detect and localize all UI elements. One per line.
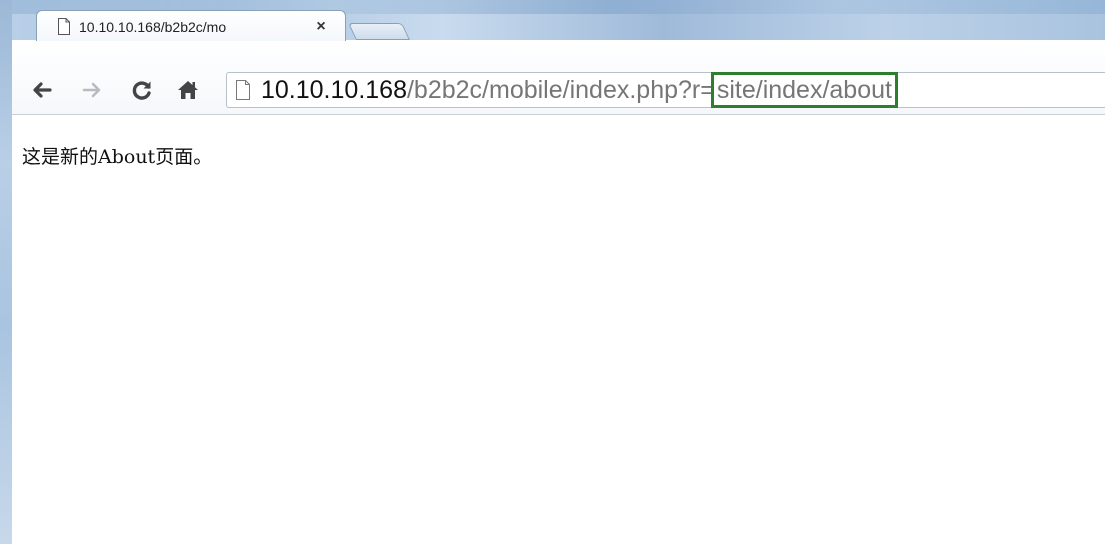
address-bar[interactable]: 10.10.10.168/b2b2c/mobile/index.php?r=si… xyxy=(226,72,1105,108)
forward-button[interactable] xyxy=(78,76,106,104)
url-host: 10.10.10.168 xyxy=(261,76,407,104)
tab-content: 10.10.10.168/b2b2c/mo × xyxy=(57,11,342,42)
tab-active[interactable]: 10.10.10.168/b2b2c/mo × xyxy=(36,10,346,41)
page-text: 这是新的About页面。 xyxy=(22,146,213,168)
url-text: 10.10.10.168/b2b2c/mobile/index.php?r=si… xyxy=(261,72,898,108)
close-icon[interactable]: × xyxy=(312,18,330,36)
reload-icon xyxy=(132,81,151,100)
home-icon xyxy=(178,81,198,99)
home-button[interactable] xyxy=(174,76,202,104)
page-icon xyxy=(236,80,250,100)
page-content xyxy=(12,116,1105,544)
new-tab-button[interactable] xyxy=(348,23,410,40)
url-path: /b2b2c/mobile/index.php?r= xyxy=(406,76,715,104)
arrow-left-icon xyxy=(33,82,52,98)
window-frame-left xyxy=(0,0,12,544)
back-button[interactable] xyxy=(28,76,56,104)
browser-window: 10.10.10.168/b2b2c/mo × 10.10.10.168/b2b… xyxy=(0,0,1105,544)
url-route-highlight: site/index/about xyxy=(710,72,898,108)
page-icon xyxy=(58,18,70,35)
tab-title: 10.10.10.168/b2b2c/mo xyxy=(79,18,227,35)
reload-button[interactable] xyxy=(128,76,156,104)
arrow-right-icon xyxy=(82,82,101,98)
